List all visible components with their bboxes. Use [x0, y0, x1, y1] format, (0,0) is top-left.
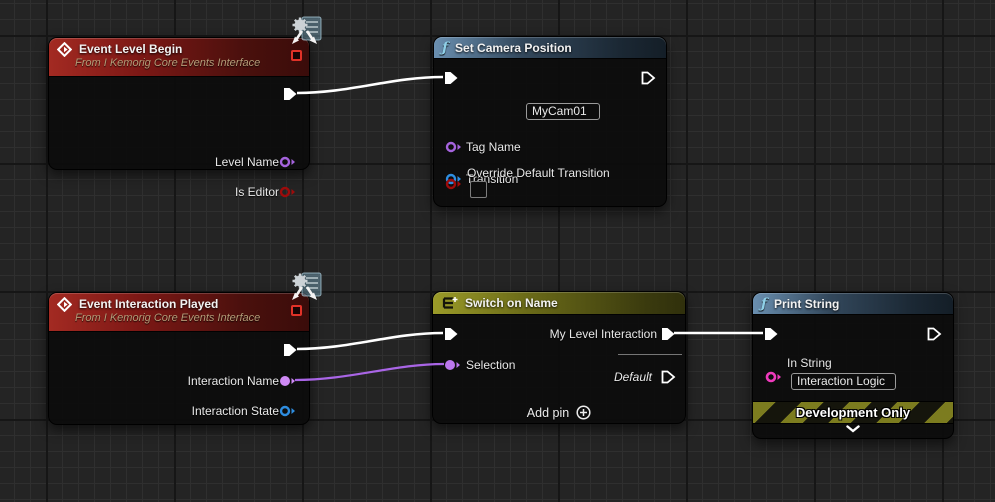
switch-icon	[441, 296, 458, 310]
blueprint-graph-canvas[interactable]: Event Level Begin From I Kemorig Core Ev…	[0, 0, 995, 502]
node-event-interaction-played[interactable]: Event Interaction Played From I Kemorig …	[48, 292, 310, 425]
add-pin-button[interactable]: Add pin	[433, 405, 685, 420]
function-icon: ƒ	[442, 41, 448, 55]
pin-label: Override Default Transition	[467, 166, 610, 180]
node-set-camera-position[interactable]: ƒ Set Camera Position Tag Name Transitio…	[433, 36, 667, 207]
exec-out-pin[interactable]	[283, 343, 298, 357]
override-default-transition-pin[interactable]	[445, 178, 462, 190]
node-title: Event Interaction Played	[79, 297, 218, 311]
pin-label: Level Name	[159, 155, 279, 169]
node-header: Event Interaction Played From I Kemorig …	[49, 293, 309, 331]
node-event-level-begin[interactable]: Event Level Begin From I Kemorig Core Ev…	[48, 37, 310, 170]
node-header: Switch on Name	[433, 292, 685, 314]
exec-out-pin[interactable]	[927, 327, 942, 341]
exec-out-pin[interactable]	[283, 87, 298, 101]
delegate-pin[interactable]	[291, 305, 302, 316]
pin-label: In String	[787, 356, 832, 370]
my-level-interaction-exec-pin[interactable]	[661, 327, 676, 341]
node-print-string[interactable]: ƒ Print String In String Development Onl…	[752, 292, 954, 439]
node-switch-on-name[interactable]: Switch on Name My Level Interaction Sele…	[432, 291, 686, 424]
node-title: Set Camera Position	[455, 41, 572, 55]
node-header: Event Level Begin From I Kemorig Core Ev…	[49, 38, 309, 76]
wire-exec-levelbegin-setcamera	[297, 77, 443, 93]
selection-pin[interactable]	[444, 359, 461, 371]
exec-in-pin[interactable]	[444, 327, 459, 341]
interface-event-icon	[289, 272, 323, 304]
node-subtitle: From I Kemorig Core Events Interface	[75, 57, 260, 69]
exec-in-pin[interactable]	[764, 327, 779, 341]
exec-out-pin[interactable]	[641, 71, 656, 85]
interaction-name-pin[interactable]	[279, 375, 296, 387]
pin-label: Interaction State	[119, 404, 279, 418]
pin-label: Interaction Name	[119, 374, 279, 388]
tag-name-input[interactable]	[526, 103, 600, 120]
pin-separator	[618, 354, 682, 355]
function-icon: ƒ	[761, 297, 767, 311]
override-default-transition-checkbox[interactable]	[470, 181, 487, 198]
wire-exec-interactionplayed-switch	[297, 333, 443, 349]
node-title: Switch on Name	[465, 296, 558, 310]
delegate-pin[interactable]	[291, 50, 302, 61]
node-subtitle: From I Kemorig Core Events Interface	[75, 312, 260, 324]
is-editor-pin[interactable]	[279, 186, 296, 198]
development-only-label: Development Only	[796, 405, 910, 420]
default-exec-pin[interactable]	[661, 370, 676, 384]
pin-label: My Level Interaction	[487, 327, 657, 341]
node-title: Event Level Begin	[79, 42, 182, 56]
collapse-chevron-icon[interactable]	[753, 425, 953, 433]
wire-name-interactionname-selection	[295, 364, 444, 380]
pin-label: Tag Name	[466, 140, 521, 154]
event-icon	[57, 42, 72, 57]
development-only-banner: Development Only	[753, 401, 953, 424]
add-pin-label: Add pin	[527, 406, 569, 420]
in-string-pin[interactable]	[765, 371, 782, 383]
exec-in-pin[interactable]	[444, 71, 459, 85]
tag-name-pin[interactable]	[445, 141, 462, 153]
add-pin-plus-icon	[576, 405, 591, 420]
interaction-state-pin[interactable]	[279, 405, 296, 417]
node-header: ƒ Set Camera Position	[434, 37, 666, 58]
interface-event-icon	[289, 16, 323, 48]
pin-label: Is Editor	[159, 185, 279, 199]
pin-label: Default	[552, 370, 652, 384]
level-name-pin[interactable]	[279, 156, 296, 168]
node-title: Print String	[774, 297, 839, 311]
in-string-input[interactable]	[791, 373, 896, 390]
pin-label: Selection	[466, 358, 515, 372]
node-header: ƒ Print String	[753, 293, 953, 314]
event-icon	[57, 297, 72, 312]
